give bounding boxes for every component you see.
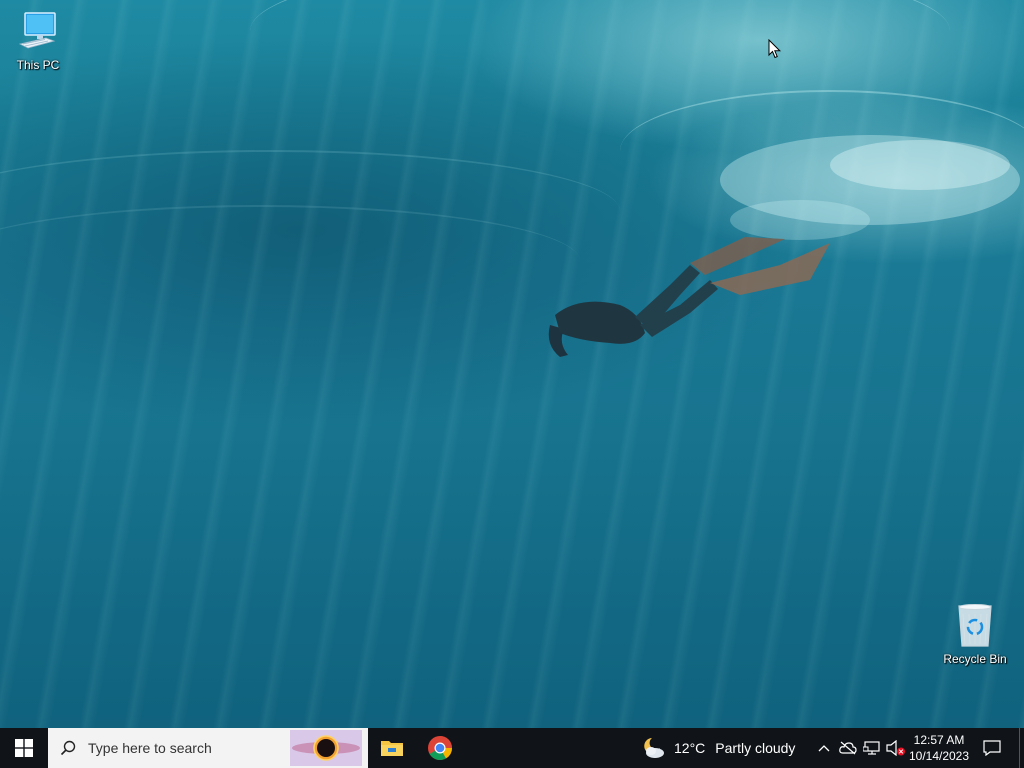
taskbar-weather-widget[interactable]: 12°C Partly cloudy xyxy=(640,728,795,768)
windows-logo-icon xyxy=(15,739,33,757)
mouse-pointer-icon xyxy=(768,39,782,59)
taskbar-clock[interactable]: 12:57 AM 10/14/2023 xyxy=(904,728,974,768)
folder-icon xyxy=(381,741,403,756)
action-center-button[interactable] xyxy=(978,728,1006,768)
taskbar-app-chrome[interactable] xyxy=(416,728,464,768)
clock-time: 12:57 AM xyxy=(913,733,965,747)
chevron-up-icon xyxy=(818,745,830,752)
clock-date: 10/14/2023 xyxy=(908,749,970,763)
search-icon xyxy=(60,740,76,756)
freediver-figure xyxy=(548,237,830,357)
network-icon xyxy=(863,741,880,755)
volume-muted-icon xyxy=(886,740,905,756)
chrome-icon xyxy=(428,736,452,761)
taskbar-search-box[interactable] xyxy=(48,728,368,768)
recycle-bin-icon xyxy=(958,604,992,647)
notification-icon xyxy=(983,740,1001,756)
surface-wave xyxy=(0,205,580,317)
desktop-wallpaper: This PC Recycle Bin xyxy=(0,0,1024,728)
surface-wave xyxy=(250,0,950,102)
search-highlight-eclipse-image xyxy=(290,730,362,766)
taskbar-app-file-explorer[interactable] xyxy=(368,728,416,768)
surface-wave xyxy=(0,150,620,272)
desktop-icon-label: This PC xyxy=(16,58,60,72)
show-desktop-button[interactable] xyxy=(1019,728,1024,768)
tray-network[interactable] xyxy=(860,728,884,768)
weather-condition: Partly cloudy xyxy=(715,740,796,756)
weather-temperature: 12°C xyxy=(674,740,706,756)
desktop-icon-label: Recycle Bin xyxy=(943,652,1007,666)
tray-show-hidden-icons[interactable] xyxy=(812,728,836,768)
search-input[interactable] xyxy=(86,739,290,757)
start-button[interactable] xyxy=(0,728,48,768)
desktop-icon-recycle-bin[interactable]: Recycle Bin xyxy=(937,602,1013,666)
taskbar: 12°C Partly cloudy xyxy=(0,728,1024,768)
computer-icon xyxy=(18,12,56,49)
tray-onedrive[interactable] xyxy=(836,728,860,768)
desktop-icon-this-pc[interactable]: This PC xyxy=(0,8,76,72)
partly-cloudy-night-icon xyxy=(644,738,664,758)
system-tray xyxy=(812,728,908,768)
onedrive-offline-icon xyxy=(839,741,857,755)
